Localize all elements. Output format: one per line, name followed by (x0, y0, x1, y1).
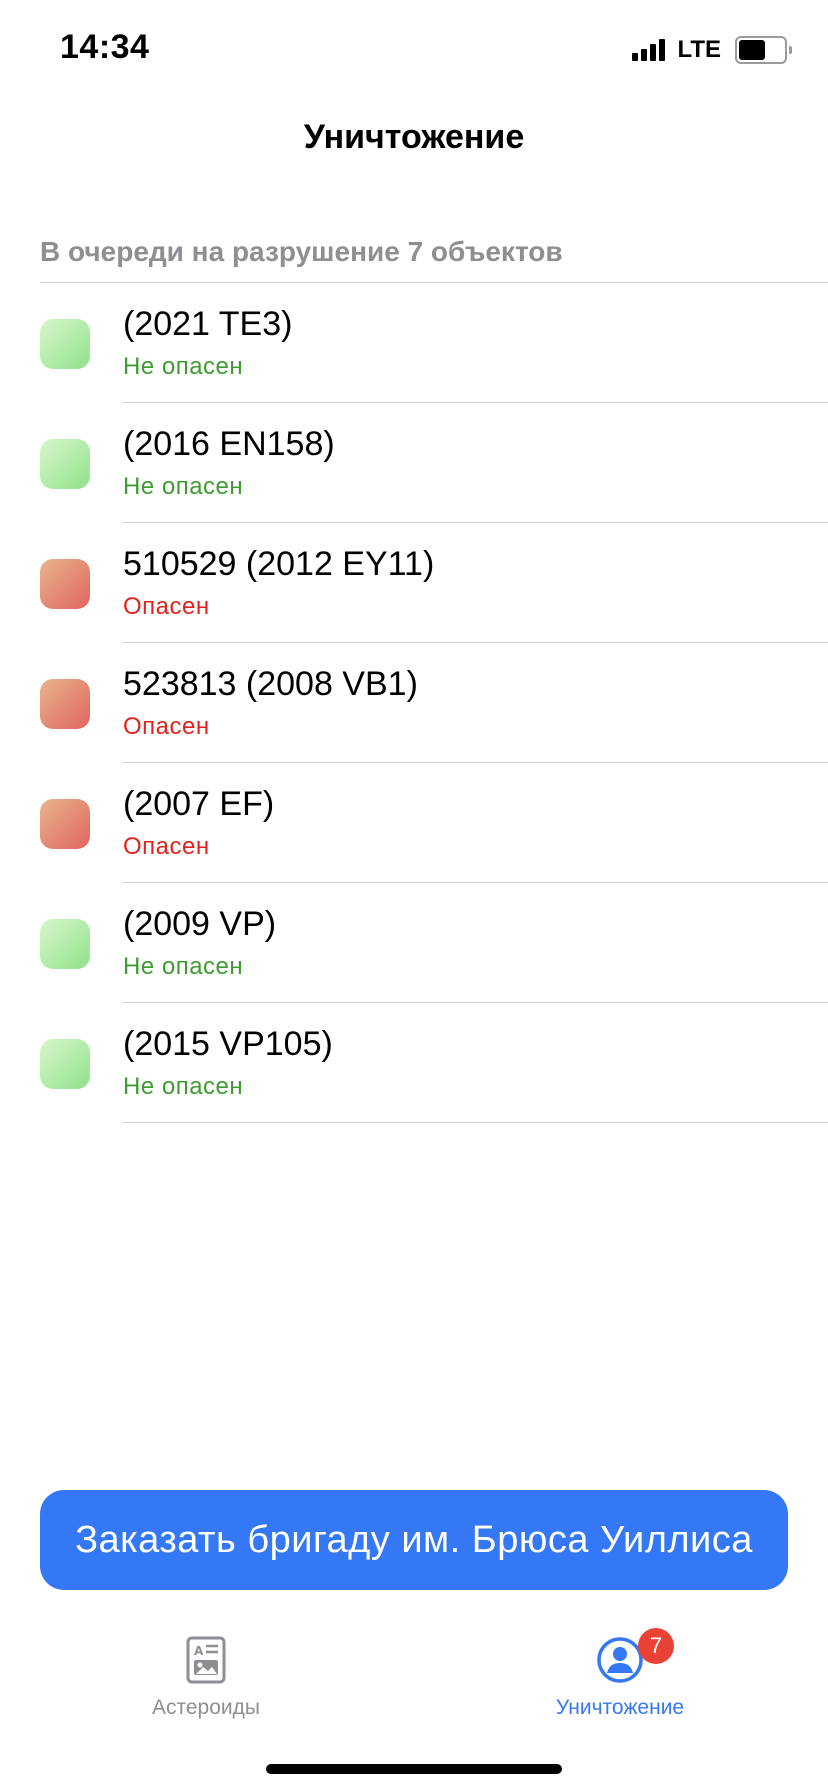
battery-icon (735, 36, 792, 64)
asteroid-name: 510529 (2012 EY11) (123, 545, 435, 583)
asteroid-name: (2021 TE3) (123, 305, 293, 343)
asteroid-name: (2009 VP) (123, 905, 277, 943)
asteroid-name: (2015 VP105) (123, 1025, 333, 1063)
asteroid-name: 523813 (2008 VB1) (123, 665, 418, 703)
hazard-status: Не опасен (123, 1073, 244, 1100)
status-bar: 14:34 LTE (0, 0, 828, 100)
asteroid-queue-list: (2021 TE3) Не опасен (2016 EN158) Не опа… (0, 283, 828, 1123)
status-indicators: LTE (632, 36, 792, 64)
hazard-indicator-icon (40, 559, 90, 609)
order-crew-button[interactable]: Заказать бригаду им. Брюса Уиллиса (40, 1490, 788, 1590)
hazard-status: Опасен (123, 713, 210, 740)
list-item[interactable]: 523813 (2008 VB1) Опасен (0, 643, 828, 763)
hazard-status: Опасен (123, 833, 210, 860)
page-title: Уничтожение (303, 118, 525, 156)
hazard-status: Не опасен (123, 353, 244, 380)
notification-badge: 7 (638, 1628, 674, 1664)
hazard-indicator-icon (40, 679, 90, 729)
tab-label: Уничтожение (555, 1696, 685, 1719)
hazard-indicator-icon (40, 919, 90, 969)
hazard-indicator-icon (40, 799, 90, 849)
tab-destruction[interactable]: 7 Уничтожение (490, 1620, 750, 1730)
screen: 14:34 LTE Уничтожение В очереди на разру… (0, 0, 828, 1792)
hazard-status: Опасен (123, 593, 210, 620)
list-item[interactable]: 510529 (2012 EY11) Опасен (0, 523, 828, 643)
list-item[interactable]: (2007 EF) Опасен (0, 763, 828, 883)
home-indicator[interactable] (266, 1764, 562, 1774)
person-circle-icon (596, 1636, 644, 1689)
section-header: В очереди на разрушение 7 объектов (40, 236, 563, 267)
network-type: LTE (677, 36, 721, 63)
asteroid-name: (2007 EF) (123, 785, 275, 823)
list-item[interactable]: (2021 TE3) Не опасен (0, 283, 828, 403)
asteroid-list-icon: A (186, 1636, 226, 1689)
list-item[interactable]: (2016 EN158) Не опасен (0, 403, 828, 523)
row-divider (123, 1122, 828, 1123)
signal-bars-icon (632, 39, 666, 61)
asteroid-name: (2016 EN158) (123, 425, 335, 463)
tab-label: Астероиды (151, 1696, 260, 1719)
status-time: 14:34 (60, 28, 150, 66)
hazard-indicator-icon (40, 319, 90, 369)
hazard-indicator-icon (40, 439, 90, 489)
tab-bar: A Астероиды 7 Уничтожение (0, 1620, 828, 1730)
list-item[interactable]: (2015 VP105) Не опасен (0, 1003, 828, 1123)
tab-asteroids[interactable]: A Астероиды (76, 1620, 336, 1730)
list-item[interactable]: (2009 VP) Не опасен (0, 883, 828, 1003)
hazard-status: Не опасен (123, 473, 244, 500)
hazard-status: Не опасен (123, 953, 244, 980)
svg-text:A: A (194, 1644, 204, 1658)
hazard-indicator-icon (40, 1039, 90, 1089)
